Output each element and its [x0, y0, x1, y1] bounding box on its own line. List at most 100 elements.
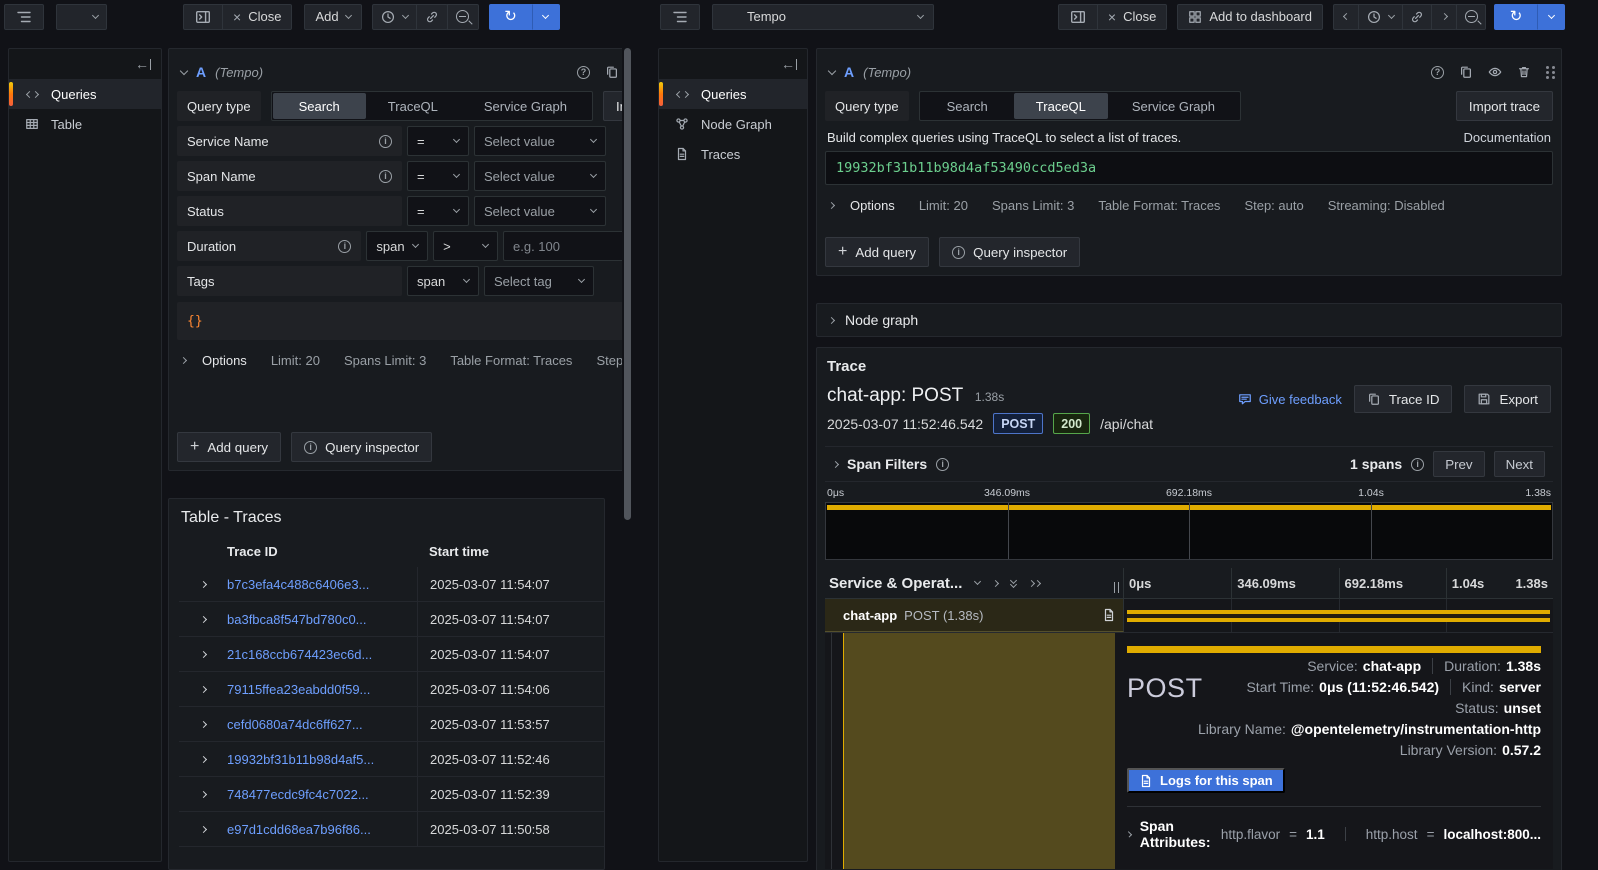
copy-query-icon[interactable] — [1459, 65, 1473, 79]
trace-id-link[interactable]: 748477ecdc9fc4c7022... — [227, 787, 417, 802]
span-operator-select[interactable]: = — [407, 161, 469, 191]
next-span-button[interactable]: Next — [1493, 451, 1545, 477]
trace-timeline-minimap[interactable] — [825, 502, 1553, 560]
trace-id-link[interactable]: 79115ffea23eabdd0f59... — [227, 682, 417, 697]
time-shift-forward-button[interactable] — [1431, 3, 1457, 30]
give-feedback-link[interactable]: Give feedback — [1238, 392, 1342, 407]
hide-query-icon[interactable] — [1488, 65, 1502, 79]
split-pane-button-right[interactable] — [1057, 3, 1098, 30]
selected-span-highlight[interactable] — [843, 633, 1116, 869]
prev-span-button[interactable]: Prev — [1433, 451, 1485, 477]
time-picker-left[interactable] — [371, 3, 417, 30]
column-resize-handle[interactable] — [1114, 581, 1119, 593]
tab-traceql[interactable]: TraceQL — [1013, 93, 1108, 119]
traceql-query-input[interactable]: 19932bf31b11b98d4af53490ccd5ed3a — [825, 151, 1553, 185]
query-inspector-button[interactable]: Query inspector — [939, 237, 1081, 267]
trace-id-link[interactable]: e97d1cdd68ea7b96f86... — [227, 822, 417, 837]
time-picker-right[interactable] — [1358, 3, 1403, 30]
chevron-right-icon[interactable] — [831, 460, 840, 468]
expand-row-icon[interactable] — [199, 685, 207, 693]
datasource-picker-left[interactable] — [56, 3, 107, 30]
zoom-out-button-right[interactable] — [1456, 3, 1486, 30]
add-to-dashboard-button[interactable]: Add to dashboard — [1177, 3, 1323, 30]
sidebar-item-node-graph[interactable]: Node Graph — [659, 109, 807, 139]
options-summary-row-right[interactable]: Options Limit: 20 Spans Limit: 3 Table F… — [825, 191, 1553, 219]
close-right-pane-button[interactable]: × Close — [1096, 3, 1168, 30]
span-duration-bar[interactable] — [1127, 610, 1550, 622]
tags-select[interactable]: Select tag — [484, 266, 594, 296]
span-value-select[interactable]: Select value — [474, 161, 606, 191]
help-icon[interactable] — [1431, 65, 1444, 79]
sidebar-item-table[interactable]: Table — [9, 109, 161, 139]
run-query-button-left[interactable] — [488, 3, 533, 30]
service-operation-header[interactable]: Service & Operat... — [829, 575, 962, 592]
zoom-out-button-left[interactable] — [446, 3, 479, 30]
export-button[interactable]: Export — [1464, 385, 1551, 413]
help-icon[interactable] — [577, 65, 590, 79]
trace-id-button[interactable]: Trace ID — [1353, 385, 1453, 413]
sidebar-item-traces[interactable]: Traces — [659, 139, 807, 169]
datasource-picker-right[interactable]: Tempo — [712, 3, 934, 30]
copy-query-icon[interactable] — [605, 65, 619, 79]
column-header-start-time[interactable]: Start time — [417, 544, 604, 559]
add-button-left[interactable]: Add — [304, 3, 362, 30]
chevron-down-icon[interactable] — [974, 577, 982, 586]
content-outline-button[interactable] — [4, 3, 44, 30]
expand-row-icon[interactable] — [199, 580, 207, 588]
duration-scope-select[interactable]: span — [366, 231, 429, 261]
delete-query-icon[interactable] — [1517, 65, 1531, 79]
duration-operator-select[interactable]: > — [433, 231, 498, 261]
collapse-query-icon[interactable] — [179, 66, 189, 75]
column-header-trace-id[interactable]: Trace ID — [227, 544, 417, 559]
tab-service-graph[interactable]: Service Graph — [460, 93, 591, 119]
add-query-button[interactable]: + Add query — [177, 432, 282, 462]
sidebar-item-queries[interactable]: Queries — [9, 79, 161, 109]
status-operator-select[interactable]: = — [407, 196, 469, 226]
expand-row-icon[interactable] — [199, 825, 207, 833]
query-inspector-button[interactable]: Query inspector — [291, 432, 433, 462]
node-graph-section[interactable]: Node graph — [816, 303, 1562, 337]
content-outline-button-right[interactable] — [660, 3, 700, 30]
share-link-button-right[interactable] — [1402, 3, 1432, 30]
collapse-sidebar-icon[interactable]: ← — [135, 56, 151, 72]
close-left-pane-button[interactable]: × Close — [222, 3, 293, 30]
service-operator-select[interactable]: = — [407, 126, 469, 156]
import-trace-button[interactable]: Import trace — [1455, 91, 1553, 121]
collapse-query-icon[interactable] — [827, 66, 837, 75]
expand-all-icon[interactable] — [1010, 576, 1018, 588]
options-summary-row-left[interactable]: Options Limit: 20 Spans Limit: 3 Table F… — [177, 346, 622, 374]
left-pane-scrollbar[interactable] — [624, 48, 631, 520]
trace-id-link[interactable]: 19932bf31b11b98d4af5... — [227, 752, 417, 767]
tags-scope-select[interactable]: span — [407, 266, 479, 296]
share-link-button-left[interactable] — [415, 3, 448, 30]
tab-search[interactable]: Search — [921, 93, 1014, 119]
sidebar-item-queries[interactable]: Queries — [659, 79, 807, 109]
trace-id-link[interactable]: cefd0680a74dc6ff627... — [227, 717, 417, 732]
split-pane-button[interactable] — [183, 3, 223, 30]
service-value-select[interactable]: Select value — [474, 126, 606, 156]
tab-search[interactable]: Search — [272, 93, 366, 119]
run-query-interval-dropdown-right[interactable] — [1537, 3, 1565, 30]
add-query-button[interactable]: + Add query — [825, 237, 930, 267]
duration-value-input[interactable] — [503, 231, 622, 261]
import-trace-button[interactable]: Import trace — [602, 91, 622, 121]
tab-traceql[interactable]: TraceQL — [366, 93, 460, 119]
logs-for-span-button[interactable]: Logs for this span — [1127, 768, 1285, 793]
run-query-button-right[interactable] — [1494, 3, 1538, 30]
documentation-link[interactable]: Documentation — [1464, 130, 1551, 145]
trace-id-link[interactable]: 21c168ccb674423ec6d... — [227, 647, 417, 662]
span-logs-icon[interactable] — [1102, 608, 1116, 622]
drag-handle-icon[interactable] — [1546, 65, 1549, 69]
run-query-interval-dropdown-left[interactable] — [531, 3, 560, 30]
expand-row-icon[interactable] — [199, 790, 207, 798]
expand-row-icon[interactable] — [199, 755, 207, 763]
time-shift-back-button[interactable] — [1333, 3, 1359, 30]
collapse-all-icon[interactable] — [1028, 579, 1042, 587]
status-value-select[interactable]: Select value — [474, 196, 606, 226]
chevron-right-icon[interactable] — [992, 579, 1000, 587]
expand-row-icon[interactable] — [199, 650, 207, 658]
collapse-sidebar-icon[interactable]: ← — [781, 56, 797, 72]
trace-id-link[interactable]: b7c3efa4c488c6406e3... — [227, 577, 417, 592]
expand-row-icon[interactable] — [199, 720, 207, 728]
tab-service-graph[interactable]: Service Graph — [1108, 93, 1239, 119]
